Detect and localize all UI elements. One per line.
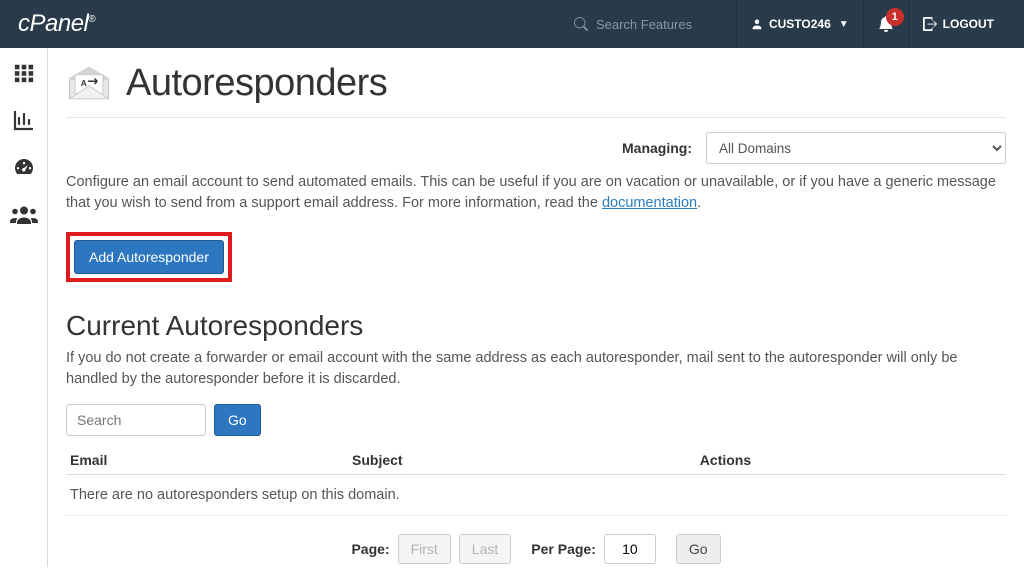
pager-row: Page: First Last Per Page: Go: [66, 534, 1006, 564]
svg-text:A: A: [81, 78, 87, 87]
logout-icon: [923, 17, 937, 31]
top-navbar: cPanel® CUSTO246 ▼ 1 LOGOUT: [0, 0, 1024, 48]
autoresponder-icon: A: [66, 65, 112, 103]
col-actions: Actions: [696, 446, 1006, 475]
perpage-input[interactable]: [604, 534, 656, 564]
logout-button[interactable]: LOGOUT: [908, 0, 1008, 48]
add-autoresponder-button[interactable]: Add Autoresponder: [74, 240, 224, 274]
first-page-button[interactable]: First: [398, 534, 451, 564]
managing-label: Managing:: [622, 140, 692, 156]
sidebar-users-icon[interactable]: [10, 204, 38, 226]
section-title: Current Autoresponders: [66, 310, 1006, 342]
intro-text-a: Configure an email account to send autom…: [66, 174, 996, 211]
logout-label: LOGOUT: [943, 17, 994, 31]
sidebar-stats-icon[interactable]: [11, 108, 37, 132]
search-features[interactable]: [574, 17, 716, 32]
search-icon: [574, 17, 588, 31]
user-menu[interactable]: CUSTO246 ▼: [736, 0, 863, 48]
page-title: Autoresponders: [126, 62, 387, 105]
documentation-link[interactable]: documentation: [602, 195, 697, 211]
section-desc: If you do not create a forwarder or emai…: [66, 348, 1006, 390]
user-icon: [751, 18, 763, 30]
notification-badge: 1: [886, 8, 904, 26]
notifications-button[interactable]: 1: [863, 0, 908, 48]
intro-text: Configure an email account to send autom…: [66, 172, 1006, 214]
intro-text-b: .: [697, 195, 701, 211]
sidebar-dashboard-icon[interactable]: [11, 156, 37, 180]
managing-row: Managing: All Domains: [66, 132, 1006, 164]
sidebar-grid-icon[interactable]: [12, 62, 36, 84]
autoresponder-search-input[interactable]: [66, 404, 206, 436]
col-subject: Subject: [348, 446, 696, 475]
table-header-row: Email Subject Actions: [66, 446, 1006, 475]
page-header: A Autoresponders: [66, 62, 1006, 118]
domain-select[interactable]: All Domains: [706, 132, 1006, 164]
search-row: Go: [66, 404, 1006, 436]
autoresponders-table: Email Subject Actions There are no autor…: [66, 446, 1006, 516]
page-label: Page:: [351, 541, 389, 557]
username-label: CUSTO246: [769, 17, 831, 31]
search-input[interactable]: [596, 17, 716, 32]
sidebar: [0, 48, 48, 567]
table-row: There are no autoresponders setup on thi…: [66, 475, 1006, 516]
pager-go-button[interactable]: Go: [676, 534, 721, 564]
brand-logo[interactable]: cPanel®: [18, 10, 95, 38]
content-area: A Autoresponders Managing: All Domains C…: [48, 48, 1024, 584]
empty-message: There are no autoresponders setup on thi…: [66, 475, 1006, 516]
caret-down-icon: ▼: [839, 19, 849, 30]
last-page-button[interactable]: Last: [459, 534, 511, 564]
page-nav-group: Page: First Last: [351, 534, 511, 564]
search-go-button[interactable]: Go: [214, 404, 261, 436]
perpage-group: Per Page:: [531, 534, 656, 564]
add-button-highlight: Add Autoresponder: [66, 232, 232, 282]
col-email: Email: [66, 446, 348, 475]
perpage-label: Per Page:: [531, 541, 596, 557]
